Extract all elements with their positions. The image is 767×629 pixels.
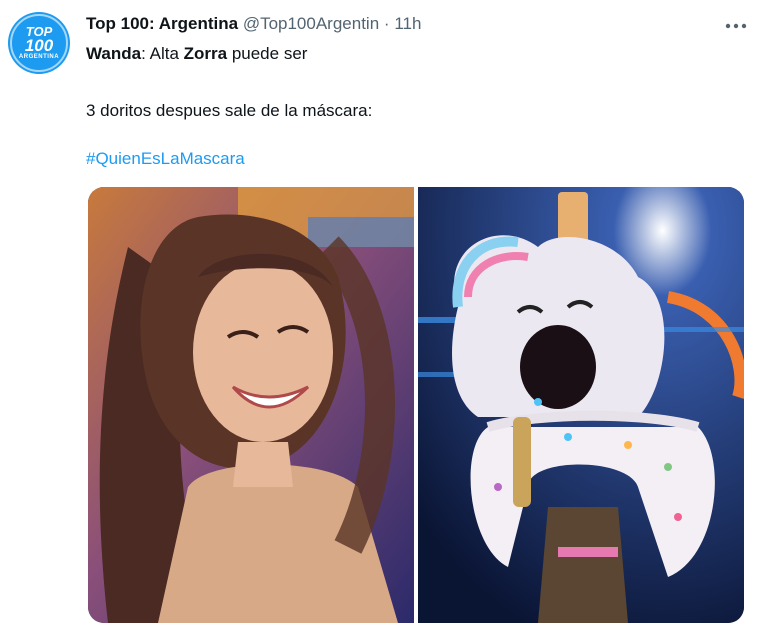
speaker-name: Wanda xyxy=(86,44,142,63)
hashtag-link[interactable]: #QuienEsLaMascara xyxy=(86,149,245,169)
bold-word: Zorra xyxy=(183,44,228,63)
timestamp[interactable]: 11h xyxy=(394,14,421,33)
more-horizontal-icon xyxy=(725,23,747,29)
text-fragment: : Alta xyxy=(141,44,184,63)
text-fragment: puede ser xyxy=(227,44,308,63)
photo-smiling-woman[interactable] xyxy=(88,187,414,623)
separator-dot: · xyxy=(383,14,390,33)
avatar[interactable]: TOP 100 ARGENTINA xyxy=(8,12,70,74)
tweet-text-line-1: Wanda: Alta Zorra puede ser xyxy=(86,44,307,64)
photo-donut-mask-costume[interactable] xyxy=(418,187,744,623)
avatar-logo: TOP 100 ARGENTINA xyxy=(10,14,68,72)
tweet-header: Top 100: Argentina @Top100Argentin · 11h xyxy=(86,14,421,34)
display-name[interactable]: Top 100: Argentina xyxy=(86,14,238,33)
tweet-text-line-2: 3 doritos despues sale de la máscara: xyxy=(86,101,373,120)
tweet-card[interactable]: TOP 100 ARGENTINA Top 100: Argentina @To… xyxy=(0,0,767,629)
handle[interactable]: @Top100Argentin xyxy=(243,14,379,33)
more-options-icon[interactable] xyxy=(725,12,747,35)
tweet-media[interactable] xyxy=(88,187,744,623)
